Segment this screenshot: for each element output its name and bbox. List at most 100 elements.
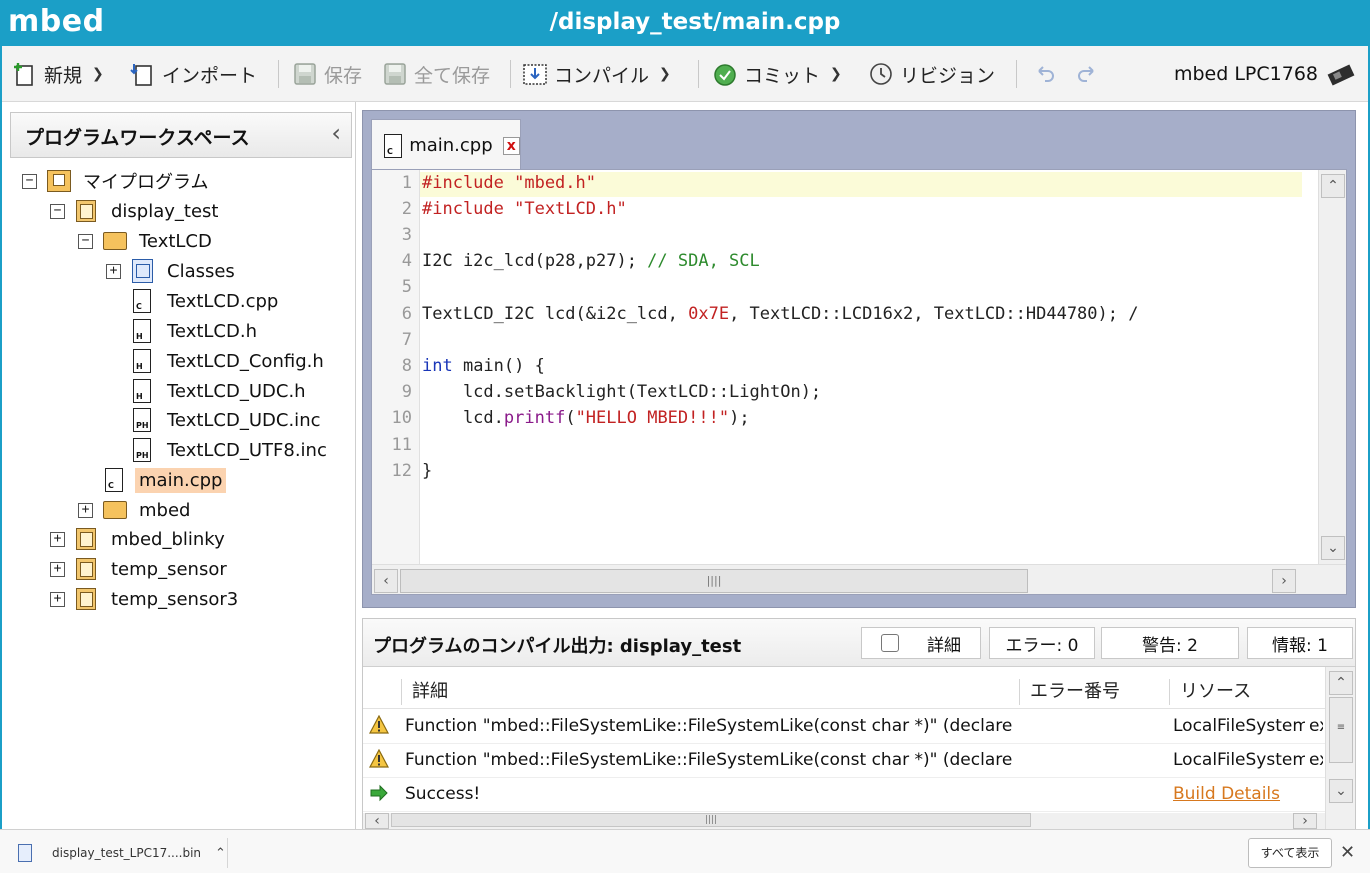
output-vertical-scrollbar[interactable]: ⌃ ≡ ⌄ <box>1325 667 1355 829</box>
details-toggle[interactable]: 詳細 <box>861 627 981 659</box>
download-item[interactable]: display_test_LPC17....bin ⌃ <box>10 838 228 868</box>
details-checkbox[interactable] <box>881 634 899 652</box>
file-icon <box>18 844 32 862</box>
code-editor[interactable]: 1 2 3 4 5 6 7 8 9 10 11 12 #include "mbe… <box>371 169 1347 595</box>
device-selector[interactable]: mbed LPC1768 <box>1174 59 1356 89</box>
chevron-up-icon[interactable]: ⌃ <box>215 846 226 861</box>
line-number: 6 <box>401 304 412 324</box>
warnings-filter[interactable]: 警告: 2 <box>1101 627 1239 659</box>
save-all-button-label: 全て保存 <box>414 64 491 87</box>
tree-item-display-test[interactable]: − display_test <box>50 197 222 225</box>
tree-item-temp-sensor3[interactable]: + temp_sensor3 <box>50 585 242 613</box>
tree-item-label: TextLCD_UDC.inc <box>167 409 321 431</box>
compile-button[interactable]: コンパイル ❯ <box>522 59 671 89</box>
scroll-thumb[interactable]: ≡ <box>1329 697 1353 763</box>
info-filter[interactable]: 情報: 1 <box>1247 627 1353 659</box>
scroll-down-icon[interactable]: ⌄ <box>1321 536 1345 560</box>
program-icon <box>76 200 96 222</box>
tab-label: main.cpp <box>409 135 493 156</box>
expand-toggle-icon[interactable]: + <box>50 561 65 577</box>
code-line-12: } <box>422 461 433 481</box>
tree-item-textlcd-udc-h[interactable]: H TextLCD_UDC.h <box>106 377 310 405</box>
tree-item-textlcd[interactable]: − TextLCD <box>78 227 216 255</box>
cpp-file-icon: C <box>133 289 151 313</box>
import-button-label: インポート <box>162 64 258 87</box>
expand-toggle-icon[interactable]: + <box>50 531 65 547</box>
download-file-name: display_test_LPC17....bin <box>52 846 202 860</box>
new-button[interactable]: 新規 ❯ <box>12 59 104 89</box>
output-horizontal-scrollbar[interactable]: ‹ |||| › <box>363 813 1325 829</box>
clock-icon <box>868 61 894 87</box>
scroll-thumb[interactable]: |||| <box>400 569 1028 593</box>
tree-item-my-programs[interactable]: − マイプログラム <box>22 167 212 195</box>
close-tab-icon[interactable]: x <box>502 136 520 155</box>
commit-button[interactable]: コミット ❯ <box>712 59 842 89</box>
toolbar-separator <box>1016 60 1017 88</box>
device-label: mbed LPC1768 <box>1173 63 1318 85</box>
import-button[interactable]: インポート <box>130 59 257 89</box>
chevron-down-icon[interactable]: ❯ <box>659 66 671 82</box>
output-column-headers: 詳細 エラー番号 リソース <box>363 673 1325 709</box>
tree-item-textlcd-utf8-inc[interactable]: PH TextLCD_UTF8.inc <box>106 436 331 464</box>
line-number: 7 <box>401 330 412 350</box>
errors-filter[interactable]: エラー: 0 <box>989 627 1095 659</box>
collapse-toggle-icon[interactable]: − <box>22 173 37 189</box>
tab-main-cpp[interactable]: C main.cpp x <box>371 119 521 171</box>
scroll-down-icon[interactable]: ⌄ <box>1329 779 1353 803</box>
errors-count: エラー: 0 <box>1005 635 1079 656</box>
toolbar-separator <box>698 60 699 88</box>
column-detail[interactable]: 詳細 <box>401 679 1019 705</box>
output-row[interactable]: Success! Build Details <box>363 778 1325 812</box>
close-icon[interactable]: ✕ <box>1340 842 1355 863</box>
collapse-toggle-icon[interactable]: − <box>78 233 93 249</box>
tree-item-classes[interactable]: + Classes <box>106 257 239 285</box>
scroll-up-icon[interactable]: ⌃ <box>1329 671 1353 695</box>
tree-item-textlcd-cpp[interactable]: C TextLCD.cpp <box>106 287 282 315</box>
editor-horizontal-scrollbar[interactable]: ‹ |||| › <box>372 564 1346 594</box>
tree-item-mbed[interactable]: + mbed <box>78 496 194 524</box>
collapse-toggle-icon[interactable]: − <box>50 203 65 219</box>
save-all-button[interactable]: 全て保存 <box>382 59 490 89</box>
scroll-thumb[interactable]: |||| <box>391 813 1031 827</box>
tree-item-label: mbed_blinky <box>111 528 225 550</box>
expand-toggle-icon[interactable]: + <box>106 263 121 279</box>
column-resource[interactable]: リソース <box>1169 679 1309 705</box>
header-file-icon: H <box>133 379 151 403</box>
build-details-link[interactable]: Build Details <box>1173 784 1305 804</box>
tree-item-temp-sensor[interactable]: + temp_sensor <box>50 555 231 583</box>
line-number: 4 <box>401 251 412 271</box>
collapse-panel-button[interactable]: ‹ <box>331 119 341 147</box>
editor-vertical-scrollbar[interactable]: ⌃ ⌄ <box>1318 170 1346 564</box>
expand-toggle-icon[interactable]: + <box>78 502 93 518</box>
tree-item-textlcd-config-h[interactable]: H TextLCD_Config.h <box>106 347 328 375</box>
scroll-right-icon[interactable]: › <box>1272 569 1296 593</box>
tree-item-textlcd-h[interactable]: H TextLCD.h <box>106 317 261 345</box>
tree-item-mbed-blinky[interactable]: + mbed_blinky <box>50 525 229 553</box>
tree-item-label: temp_sensor <box>111 558 227 580</box>
tree-item-main-cpp[interactable]: C main.cpp <box>78 466 227 494</box>
output-row[interactable]: Function "mbed::FileSystemLike::FileSyst… <box>363 744 1325 778</box>
chevron-down-icon[interactable]: ❯ <box>830 66 842 82</box>
redo-button[interactable] <box>1074 59 1106 89</box>
expand-toggle-icon[interactable]: + <box>50 591 65 607</box>
details-toggle-label: 詳細 <box>927 635 961 656</box>
revision-button[interactable]: リビジョン <box>868 59 995 89</box>
scroll-left-icon[interactable]: ‹ <box>374 569 398 593</box>
output-row[interactable]: Function "mbed::FileSystemLike::FileSyst… <box>363 710 1325 744</box>
scroll-up-icon[interactable]: ⌃ <box>1321 174 1345 198</box>
scroll-left-icon[interactable]: ‹ <box>365 813 389 829</box>
compile-output-header: プログラムのコンパイル出力: display_test 詳細 エラー: 0 警告… <box>363 619 1355 667</box>
show-all-button[interactable]: すべて表示 <box>1248 838 1332 868</box>
column-error-number[interactable]: エラー番号 <box>1019 679 1169 705</box>
save-button[interactable]: 保存 <box>292 59 362 89</box>
scroll-right-icon[interactable]: › <box>1293 813 1317 829</box>
compile-output-title: プログラムのコンパイル出力: display_test <box>373 636 742 657</box>
undo-button[interactable] <box>1032 59 1064 89</box>
workspace-title: プログラムワークスペース <box>25 127 250 149</box>
chevron-down-icon[interactable]: ❯ <box>92 66 104 82</box>
code-line-10: lcd.printf("HELLO MBED!!!"); <box>422 408 750 428</box>
tree-item-textlcd-udc-inc[interactable]: PH TextLCD_UDC.inc <box>106 406 325 434</box>
code-line-9: lcd.setBacklight(TextLCD::LightOn); <box>422 382 822 402</box>
library-folder-icon <box>103 232 127 250</box>
page-title: /display_test/main.cpp <box>549 9 841 35</box>
